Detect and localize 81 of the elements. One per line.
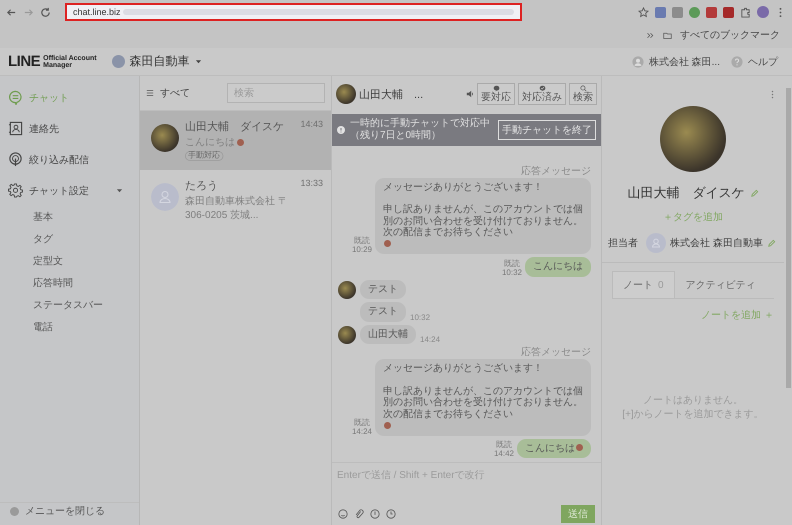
notice-text: 一時的に手動チャットで対応中 （残り7日と0時間） <box>350 118 491 142</box>
caret-icon[interactable] <box>116 187 123 194</box>
collapse-menu-link[interactable]: メニューを閉じる <box>25 507 105 517</box>
submenu-item[interactable]: タグ <box>0 228 139 250</box>
chat-bubble-icon <box>8 90 23 105</box>
reload-icon[interactable] <box>40 6 51 18</box>
header-button[interactable]: 検索 <box>569 83 597 105</box>
assignee-name: 株式会社 森田自動車 <box>670 236 763 250</box>
star-icon[interactable] <box>638 6 649 18</box>
assignee-label: 担当者 <box>608 236 638 250</box>
chat-title: 山田大輔 ... <box>359 88 424 102</box>
photo-placeholder <box>336 84 356 104</box>
address-bar[interactable]: chat.line.biz <box>65 3 522 21</box>
user-icon <box>632 56 644 68</box>
settings-icon <box>8 183 23 198</box>
tab[interactable]: アクティビティ <box>674 271 767 298</box>
message-bubble: 山田大輔 <box>360 324 416 344</box>
auto-reply-label: 応答メッセージ <box>521 347 591 359</box>
submenu-item[interactable]: ステータスバー <box>0 294 139 316</box>
read-status: 既読 14:42 <box>494 440 514 458</box>
circle-icon[interactable] <box>370 509 380 519</box>
message-preview: 森田自動車株式会社 〒306-0205 茨城... <box>185 194 289 222</box>
filter-dropdown[interactable]: すべて <box>160 86 221 100</box>
chat-list-item[interactable]: たろう 森田自動車株式会社 〒306-0205 茨城... 13:33 <box>140 170 331 230</box>
message-bubble: こんにちは <box>517 438 591 458</box>
logo-text: LINE <box>8 53 40 70</box>
extension-icon[interactable] <box>723 6 734 18</box>
auto-reply-label: 応答メッセージ <box>521 166 591 178</box>
clock-icon[interactable] <box>386 509 396 519</box>
timestamp: 14:24 <box>420 335 440 344</box>
account-selector[interactable]: 森田自動車 <box>130 53 190 70</box>
header-button[interactable]: 対応済み <box>518 83 566 105</box>
menu-icon[interactable] <box>146 89 154 97</box>
extension-icon[interactable] <box>655 6 666 18</box>
extension-icon[interactable] <box>706 6 717 18</box>
message-bubble: テスト <box>360 302 406 322</box>
timestamp: 14:43 <box>300 119 323 129</box>
check-bubble-icon <box>538 85 546 92</box>
chevrons-icon[interactable] <box>646 30 655 40</box>
contact-card-icon <box>8 121 23 136</box>
search-icon <box>580 85 586 92</box>
sidebar-item[interactable]: チャット設定 <box>0 175 139 206</box>
read-status: 既読 10:32 <box>502 258 522 276</box>
timestamp: 10:32 <box>410 312 430 322</box>
speech-bubble-icon <box>492 85 500 92</box>
timestamp: 13:33 <box>300 178 323 188</box>
tag-label: 手動対応 <box>185 151 224 161</box>
sidebar-item[interactable]: 連絡先 <box>0 113 139 144</box>
message-bubble: テスト <box>360 280 406 299</box>
submenu-item[interactable]: 定型文 <box>0 250 139 272</box>
back-icon[interactable] <box>6 6 17 18</box>
submenu-item[interactable]: 基本 <box>0 206 139 228</box>
submenu-item[interactable]: 応答時間 <box>0 272 139 294</box>
sidebar-item[interactable]: 絞り込み配信 <box>0 144 139 175</box>
profile-avatar-icon[interactable] <box>757 6 769 18</box>
paperclip-icon[interactable] <box>354 509 364 519</box>
read-status: 既読 14:24 <box>352 418 372 436</box>
emoji-icon[interactable] <box>338 509 348 519</box>
speaker-icon[interactable] <box>466 90 474 98</box>
submenu-item[interactable]: 電話 <box>0 316 139 338</box>
end-manual-chat-button[interactable]: 手動チャットを終了 <box>498 120 596 140</box>
message-bubble: メッセージありがとうございます！ 申し訳ありませんが、このアカウントでは個別のお問い合わせを受け付けておりません。次の配信までお待ちください <box>375 178 591 254</box>
default-avatar-icon <box>646 233 666 253</box>
broadcast-icon <box>8 152 23 167</box>
more-icon[interactable] <box>771 90 774 99</box>
profile-name: 山田大輔 ダイスケ <box>628 184 744 202</box>
account-avatar-icon <box>112 55 125 68</box>
message-bubble: こんにちは <box>525 257 591 276</box>
contact-name: 山田大輔 ダイスケ <box>185 120 284 134</box>
read-status: 既読 10:29 <box>352 236 372 254</box>
contact-name: たろう <box>185 179 218 193</box>
user-name[interactable]: 株式会社 森田... <box>648 54 720 68</box>
folder-icon <box>663 30 672 40</box>
bookmarks-label[interactable]: すべてのブックマーク <box>680 28 780 42</box>
puzzle-icon[interactable] <box>740 6 751 18</box>
caret-icon[interactable] <box>194 58 202 65</box>
info-icon <box>337 126 345 134</box>
url-text: chat.line.biz <box>73 7 121 17</box>
message-bubble: メッセージありがとうございます！ 申し訳ありませんが、このアカウントでは個別のお問い合わせを受け付けておりません。次の配信までお待ちください <box>375 359 591 436</box>
header-button[interactable]: 要対応 <box>477 83 515 105</box>
help-link[interactable]: ヘルプ <box>748 54 778 68</box>
